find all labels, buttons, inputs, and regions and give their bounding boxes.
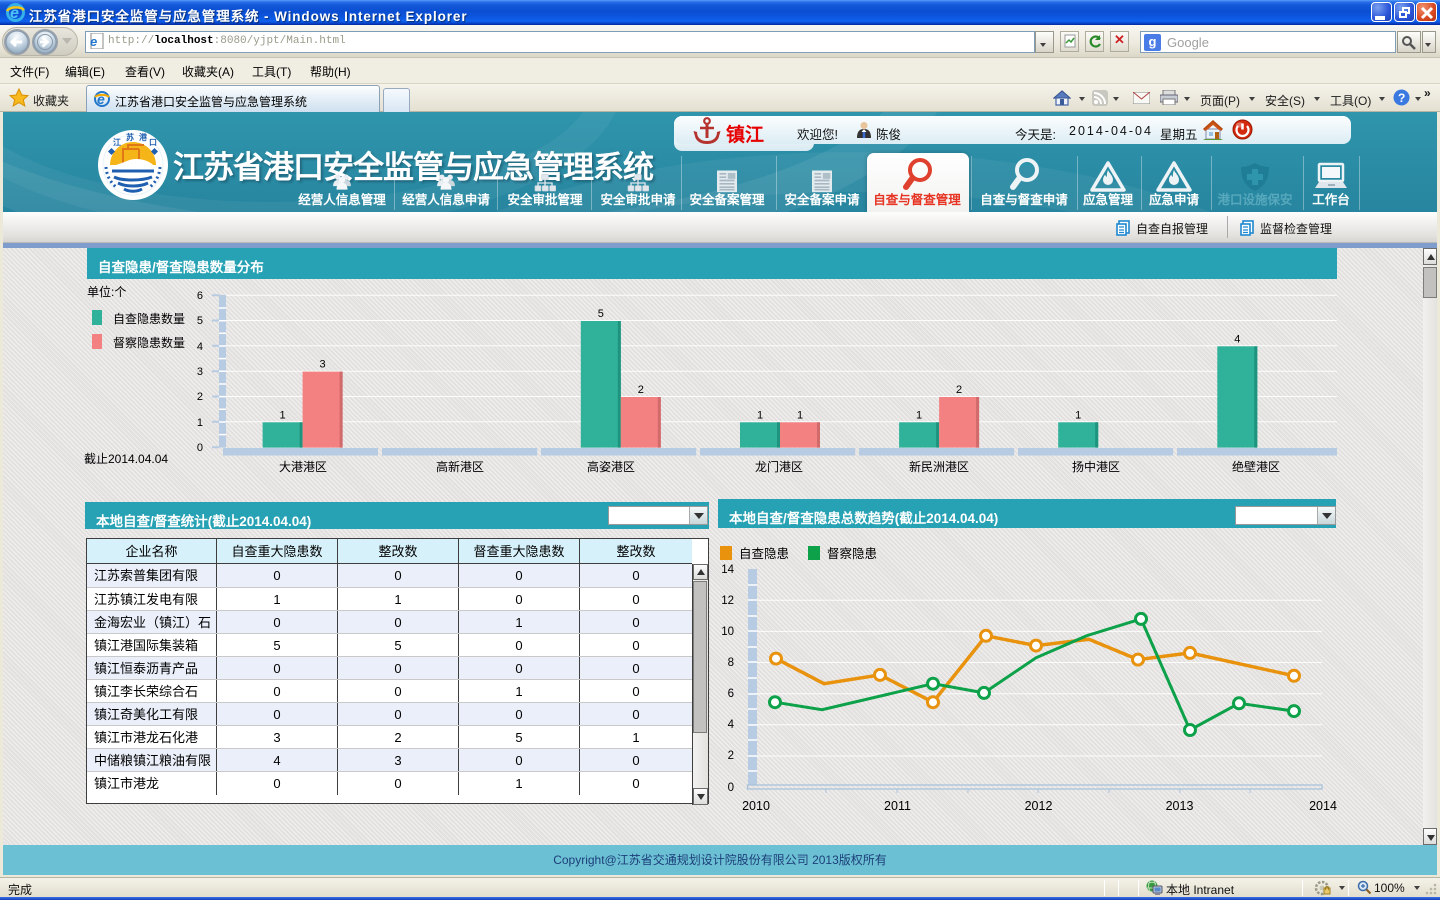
svg-text:绝壁港区: 绝壁港区	[1232, 459, 1280, 474]
svg-text:1: 1	[797, 409, 803, 421]
svg-text:4: 4	[197, 341, 203, 353]
svg-text:2013: 2013	[1166, 799, 1194, 813]
svg-text:e: e	[90, 34, 97, 49]
svg-text:龙门港区: 龙门港区	[755, 459, 803, 474]
svg-text:苏: 苏	[126, 132, 134, 142]
svg-text:1: 1	[916, 409, 922, 421]
svg-text:2010: 2010	[742, 799, 770, 813]
svg-text:自查隐患: 自查隐患	[739, 547, 789, 561]
svg-text:5: 5	[598, 308, 604, 320]
svg-text:2: 2	[638, 384, 644, 396]
svg-text:截止2014.04.04: 截止2014.04.04	[84, 452, 168, 466]
svg-text:口: 口	[149, 138, 157, 147]
svg-text:1: 1	[1075, 409, 1081, 421]
svg-text:2014: 2014	[1309, 799, 1337, 813]
svg-text:单位:个: 单位:个	[87, 284, 126, 299]
svg-text:5: 5	[197, 315, 203, 327]
svg-text:0: 0	[728, 782, 734, 794]
svg-text:港: 港	[139, 132, 148, 142]
svg-text:10: 10	[721, 626, 734, 638]
svg-text:4: 4	[728, 719, 735, 731]
svg-text:6: 6	[728, 688, 734, 700]
svg-text:高姿港区: 高姿港区	[587, 459, 635, 474]
svg-text:1: 1	[757, 409, 763, 421]
svg-text:2011: 2011	[884, 799, 911, 813]
svg-text:高新港区: 高新港区	[436, 459, 484, 474]
svg-text:1: 1	[280, 409, 286, 421]
svg-text:2: 2	[956, 384, 962, 396]
svg-text:督察隐患数量: 督察隐患数量	[113, 335, 185, 350]
svg-text:6: 6	[197, 290, 203, 302]
svg-text:8: 8	[728, 657, 734, 669]
svg-text:2: 2	[197, 391, 203, 403]
svg-text:14: 14	[721, 564, 734, 576]
svg-text:督察隐患: 督察隐患	[827, 546, 877, 561]
svg-text:e: e	[97, 91, 105, 107]
svg-text:2012: 2012	[1025, 799, 1053, 813]
svg-text:0: 0	[197, 442, 203, 454]
svg-text:12: 12	[721, 595, 734, 607]
svg-text:3: 3	[197, 366, 203, 378]
svg-text:1: 1	[197, 417, 203, 429]
svg-text:自查隐患数量: 自查隐患数量	[113, 311, 185, 326]
svg-text:扬中港区: 扬中港区	[1072, 459, 1120, 474]
svg-text:江: 江	[113, 137, 121, 147]
svg-text:4: 4	[1234, 333, 1240, 345]
svg-text:3: 3	[320, 359, 326, 371]
svg-text:2: 2	[728, 750, 734, 762]
svg-text:新民洲港区: 新民洲港区	[909, 459, 969, 474]
svg-text:?: ?	[1398, 91, 1405, 105]
svg-text:大港港区: 大港港区	[279, 460, 327, 474]
